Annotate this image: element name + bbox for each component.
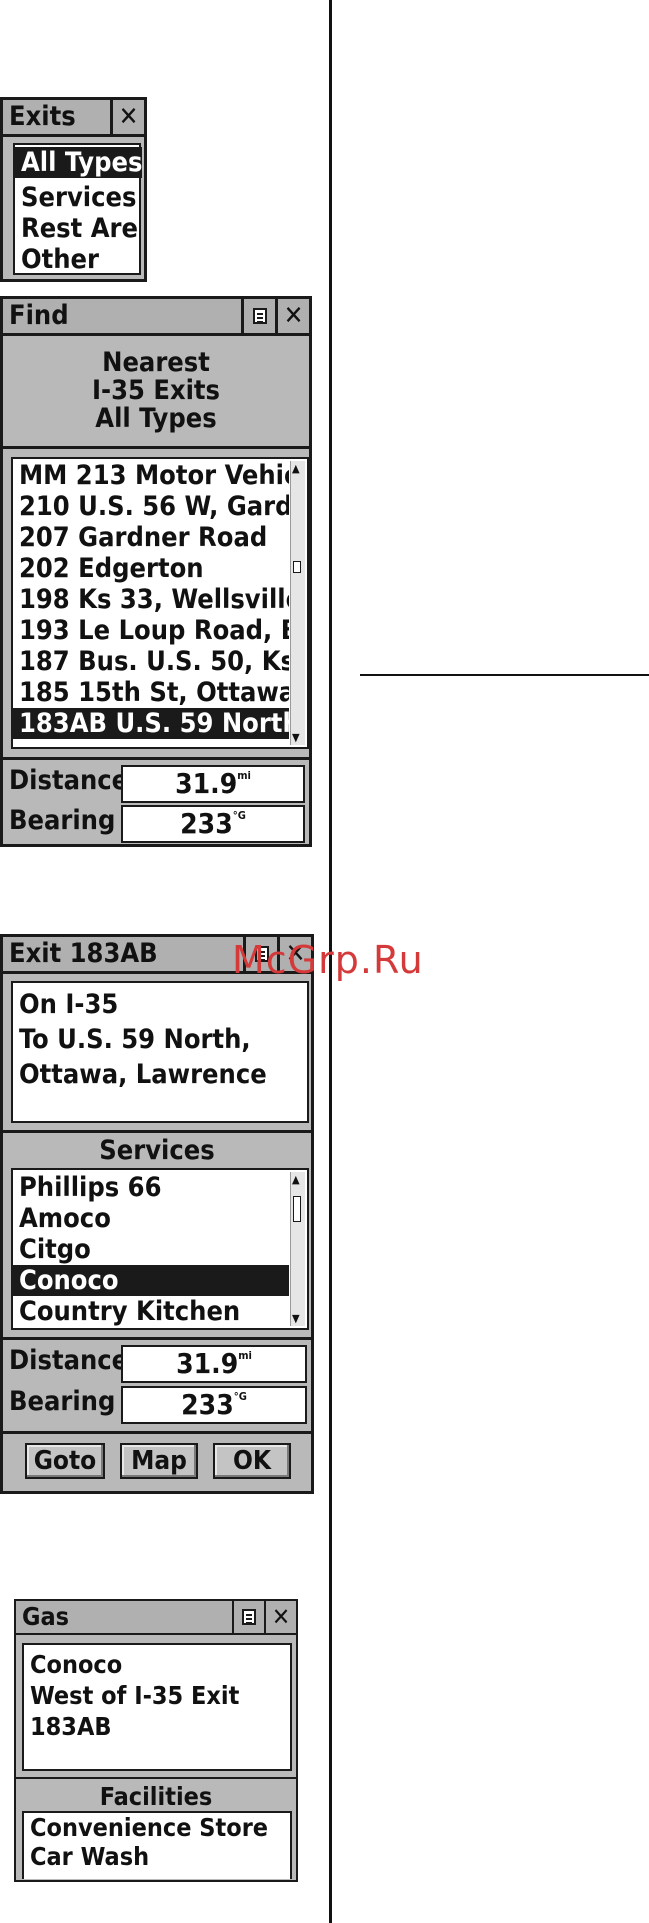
description-line: Conoco bbox=[30, 1650, 123, 1679]
exits-type-option[interactable]: All Types bbox=[15, 147, 143, 178]
close-icon[interactable]: ✕ bbox=[275, 299, 309, 333]
watermark-text: McGrp.Ru bbox=[232, 938, 424, 982]
bearing-label: Bearing bbox=[9, 805, 116, 836]
list-item[interactable]: 185 15th St, Ottawa bbox=[13, 677, 289, 708]
scroll-up-icon[interactable]: ▲ bbox=[292, 1174, 300, 1185]
list-item[interactable]: 198 Ks 33, Wellsville bbox=[13, 584, 289, 615]
distance-value: 31.9 bbox=[175, 767, 238, 800]
list-item[interactable]: MM 213 Motor Vehicle bbox=[13, 460, 289, 491]
exit-detail-window: Exit 183AB ✕ On I-35 To U.S. 59 North, O… bbox=[0, 934, 314, 1494]
bearing-unit: °G bbox=[232, 809, 246, 822]
menu-icon[interactable] bbox=[232, 1601, 264, 1633]
services-heading: Services bbox=[99, 1135, 215, 1166]
distance-value: 31.9 bbox=[176, 1347, 239, 1380]
bearing-value: 233 bbox=[181, 1388, 234, 1421]
find-header: Nearest I-35 Exits All Types bbox=[3, 349, 309, 433]
list-item[interactable]: Conoco bbox=[13, 1265, 289, 1296]
scroll-thumb[interactable] bbox=[293, 561, 301, 573]
scroll-up-icon[interactable]: ▲ bbox=[292, 463, 300, 474]
list-item[interactable]: 193 Le Loup Road, Bal bbox=[13, 615, 289, 646]
distance-field: 31.9mi bbox=[121, 1345, 307, 1383]
list-item[interactable]: Country Kitchen bbox=[13, 1296, 289, 1327]
description-line: West of I-35 Exit bbox=[30, 1681, 240, 1710]
services-list: Phillips 66 Amoco Citgo Conoco Country K… bbox=[11, 1168, 309, 1330]
list-item[interactable]: Amoco bbox=[13, 1203, 289, 1234]
gas-title: Gas bbox=[22, 1602, 70, 1631]
scroll-down-icon[interactable]: ▼ bbox=[292, 1313, 300, 1324]
find-title: Find bbox=[9, 300, 69, 331]
find-header-line: Nearest bbox=[102, 347, 210, 378]
bearing-label: Bearing bbox=[9, 1386, 116, 1417]
bearing-field: 233°G bbox=[121, 1386, 307, 1424]
bearing-value: 233 bbox=[180, 807, 233, 840]
close-icon[interactable]: ✕ bbox=[264, 1601, 296, 1633]
exits-window: Exits ✕ All Types Services Rest Areas Ot… bbox=[0, 97, 147, 282]
exit-detail-title: Exit 183AB bbox=[9, 938, 158, 969]
bearing-field: 233°G bbox=[121, 805, 305, 843]
menu-icon[interactable] bbox=[241, 299, 275, 333]
list-item[interactable]: 183AB U.S. 59 North, bbox=[13, 708, 289, 739]
list-item[interactable]: Phillips 66 bbox=[13, 1172, 289, 1203]
description-line: 183AB bbox=[30, 1712, 112, 1741]
ok-button[interactable]: OK bbox=[213, 1443, 291, 1479]
distance-label: Distance bbox=[9, 765, 129, 796]
exits-type-option[interactable]: Services bbox=[15, 182, 139, 213]
distance-unit: mi bbox=[237, 769, 251, 782]
list-item: Car Wash bbox=[30, 1842, 150, 1871]
description-line: On I-35 bbox=[19, 989, 119, 1020]
description-line: To U.S. 59 North, bbox=[19, 1024, 251, 1055]
goto-button[interactable]: Goto bbox=[25, 1443, 105, 1479]
exits-type-list: All Types Services Rest Areas Other bbox=[13, 143, 143, 275]
gas-titlebar: Gas ✕ bbox=[16, 1601, 296, 1635]
exits-titlebar: Exits ✕ bbox=[3, 100, 144, 137]
facilities-list: Convenience Store Car Wash bbox=[22, 1811, 292, 1879]
distance-label: Distance bbox=[9, 1345, 129, 1376]
exit-description: On I-35 To U.S. 59 North, Ottawa, Lawren… bbox=[11, 981, 309, 1123]
find-titlebar: Find ✕ bbox=[3, 299, 309, 336]
button-bar: Goto Map OK bbox=[3, 1443, 311, 1481]
list-item: Convenience Store bbox=[30, 1813, 269, 1842]
exits-type-option[interactable]: Rest Areas bbox=[15, 213, 139, 244]
list-item[interactable]: 207 Gardner Road bbox=[13, 522, 289, 553]
list-item[interactable]: 202 Edgerton bbox=[13, 553, 289, 584]
close-icon[interactable]: ✕ bbox=[110, 100, 144, 134]
find-scrollbar[interactable]: ▲ ▼ bbox=[290, 461, 305, 745]
page-divider-horizontal bbox=[360, 674, 649, 676]
list-item[interactable]: 187 Bus. U.S. 50, Ks 6 bbox=[13, 646, 289, 677]
scroll-thumb[interactable] bbox=[293, 1196, 301, 1222]
scroll-down-icon[interactable]: ▼ bbox=[292, 732, 300, 743]
distance-field: 31.9mi bbox=[121, 765, 305, 803]
exits-title: Exits bbox=[9, 101, 76, 132]
list-item[interactable]: 210 U.S. 56 W, Gardne bbox=[13, 491, 289, 522]
services-scrollbar[interactable]: ▲ ▼ bbox=[290, 1172, 305, 1326]
distance-unit: mi bbox=[238, 1349, 252, 1362]
list-item[interactable]: Citgo bbox=[13, 1234, 289, 1265]
find-header-line: I-35 Exits bbox=[91, 375, 221, 406]
find-header-line: All Types bbox=[95, 403, 217, 434]
find-window: Find ✕ Nearest I-35 Exits All Types MM 2… bbox=[0, 296, 312, 847]
find-results-list: MM 213 Motor Vehicle 210 U.S. 56 W, Gard… bbox=[11, 457, 309, 749]
gas-window: Gas ✕ Conoco West of I-35 Exit 183AB Fac… bbox=[14, 1599, 298, 1882]
gas-description: Conoco West of I-35 Exit 183AB bbox=[22, 1643, 292, 1771]
bearing-unit: °G bbox=[233, 1390, 247, 1403]
map-button[interactable]: Map bbox=[120, 1443, 198, 1479]
exits-type-option[interactable]: Other bbox=[15, 244, 139, 275]
description-line: Ottawa, Lawrence bbox=[19, 1059, 267, 1090]
facilities-heading: Facilities bbox=[99, 1782, 213, 1811]
